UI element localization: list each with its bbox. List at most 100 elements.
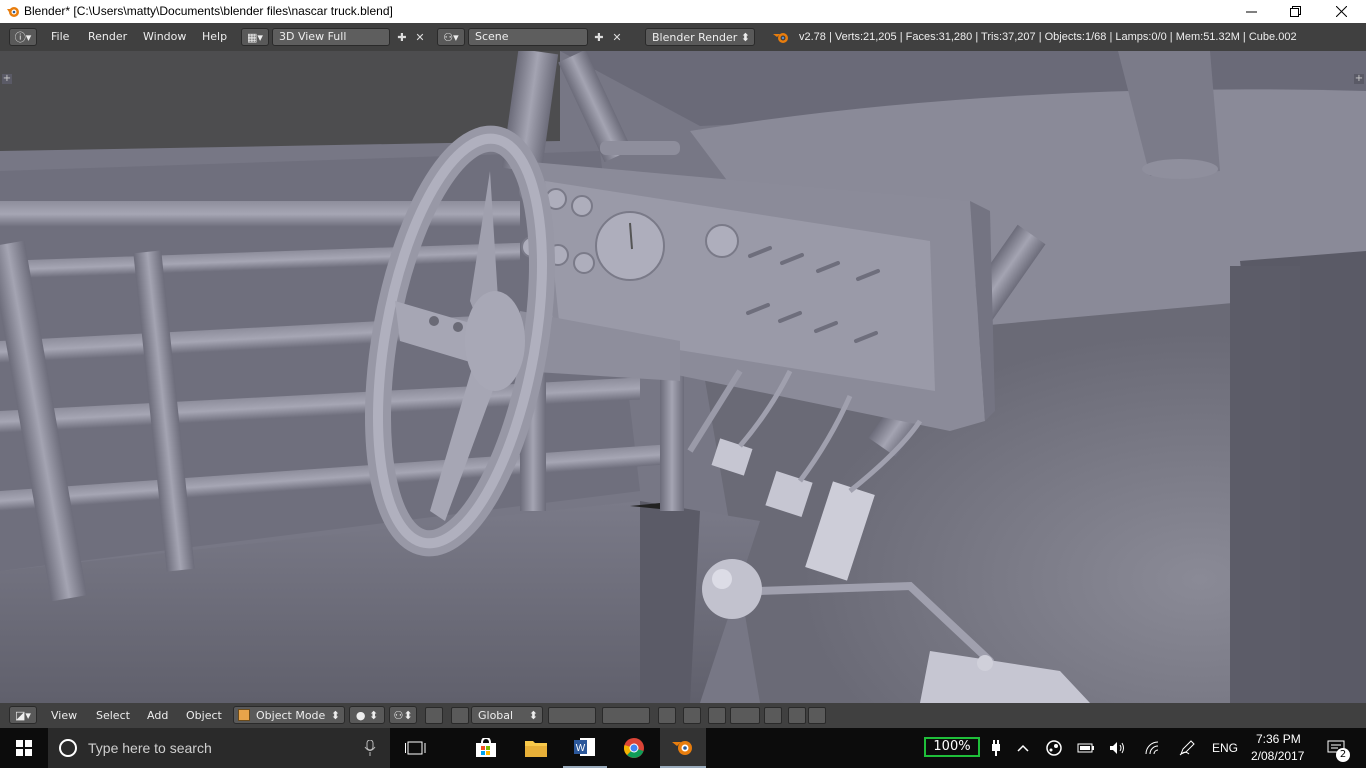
battery-percentage[interactable]: 100%	[924, 737, 980, 757]
taskbar-blender[interactable]	[660, 728, 706, 768]
menu-window[interactable]: Window	[143, 30, 186, 43]
dropdown-arrows-icon: ⬍	[330, 708, 340, 722]
layout-grid-icon: ▦▾	[247, 30, 263, 44]
menu-file[interactable]: File	[51, 30, 69, 43]
cube-view-icon: ◪▾	[15, 708, 31, 722]
taskbar-word[interactable]: W	[563, 728, 607, 768]
clock-date[interactable]: 2/08/2017	[1251, 749, 1304, 763]
store-bag-icon	[476, 738, 496, 757]
folder-icon	[525, 741, 547, 757]
close-button[interactable]	[1318, 0, 1364, 23]
screen-layout-field[interactable]: 3D View Full	[272, 28, 390, 46]
task-view-button[interactable]	[396, 728, 436, 768]
minimize-button[interactable]	[1228, 0, 1274, 23]
menu-help[interactable]: Help	[202, 30, 227, 43]
input-language[interactable]: ENG	[1212, 741, 1238, 755]
task-view-icon	[405, 741, 426, 755]
proportional-editing-button[interactable]	[683, 707, 701, 724]
editor-type-button[interactable]: ⓘ▾	[9, 28, 37, 46]
close-icon	[1335, 6, 1347, 17]
snap-element-dropdown[interactable]	[730, 707, 760, 724]
volume-icon[interactable]	[1108, 728, 1128, 768]
scene-field[interactable]: Scene	[468, 28, 588, 46]
mode-label: Object Mode	[256, 708, 326, 722]
word-icon: W	[574, 738, 595, 756]
steam-icon[interactable]	[1044, 728, 1064, 768]
scene-statistics: v2.78 | Verts:21,205 | Faces:31,280 | Tr…	[799, 31, 1297, 43]
transform-orientation-dropdown[interactable]: Global ⬍	[471, 706, 543, 724]
remove-screen-button[interactable]: ✕	[412, 28, 428, 46]
add-scene-button[interactable]: ✚	[591, 28, 607, 46]
menu-add[interactable]: Add	[147, 709, 168, 722]
taskbar-chrome[interactable]	[612, 728, 656, 768]
x-icon: ✕	[415, 30, 425, 44]
menu-select[interactable]: Select	[96, 709, 130, 722]
x-icon: ✕	[612, 30, 622, 44]
start-button[interactable]	[0, 728, 48, 768]
render-engine-dropdown[interactable]: Blender Render ⬍	[645, 28, 755, 46]
remove-scene-button[interactable]: ✕	[609, 28, 625, 46]
blender-logo-icon	[672, 741, 692, 755]
scene-selector[interactable]: ⚇▾	[437, 28, 465, 46]
chrome-icon	[624, 738, 644, 758]
info-icon: ⓘ▾	[14, 31, 32, 44]
scene-layers-group-2[interactable]	[602, 707, 650, 724]
manipulator-toggle[interactable]	[425, 707, 443, 724]
viewport-editor-type-button[interactable]: ◪▾	[9, 706, 37, 724]
power-plug-icon[interactable]	[986, 728, 1006, 768]
scene-icon: ⚇▾	[443, 30, 459, 44]
menu-object[interactable]: Object	[186, 709, 222, 722]
viewport-corner-plus-right[interactable]: +	[1354, 74, 1364, 84]
svg-text:W: W	[576, 743, 586, 754]
minimize-icon	[1245, 11, 1257, 13]
blender-logo-icon	[773, 33, 788, 43]
3d-viewport[interactable]: + +	[0, 51, 1366, 703]
wifi-icon[interactable]	[1142, 728, 1162, 768]
mode-dropdown[interactable]: Object Mode ⬍	[233, 706, 345, 724]
snap-target-button[interactable]	[764, 707, 782, 724]
viewport-corner-plus-left[interactable]: +	[2, 74, 12, 84]
action-center-button[interactable]: 2	[1318, 728, 1354, 768]
windows-logo-icon	[16, 740, 32, 756]
blender-logo-icon	[7, 7, 19, 17]
restore-button[interactable]	[1272, 0, 1318, 23]
pen-workspace-icon[interactable]	[1177, 728, 1197, 768]
add-screen-button[interactable]: ✚	[394, 28, 410, 46]
microphone-icon[interactable]	[364, 740, 376, 756]
battery-icon[interactable]	[1076, 728, 1096, 768]
render-still-button[interactable]	[788, 707, 806, 724]
clock-time[interactable]: 7:36 PM	[1256, 732, 1301, 746]
transform-orientation-label: Global	[478, 708, 514, 722]
3d-view-header: ◪▾ View Select Add Object Object Mode ⬍ …	[0, 703, 1366, 728]
render-animation-button[interactable]	[808, 707, 826, 724]
taskbar-search-box[interactable]: Type here to search	[48, 728, 390, 768]
show-hidden-icons-chevron-icon[interactable]	[1013, 728, 1033, 768]
snap-toggle-button[interactable]	[708, 707, 726, 724]
dropdown-arrows-icon: ⬍	[528, 708, 538, 722]
menu-view[interactable]: View	[51, 709, 77, 722]
lock-layers-button[interactable]	[658, 707, 676, 724]
cortana-circle-icon	[59, 739, 77, 757]
dropdown-arrows-icon: ⬍	[740, 30, 750, 44]
menu-render[interactable]: Render	[88, 30, 127, 43]
screen-layout-selector[interactable]: ▦▾	[241, 28, 269, 46]
windows-taskbar: Type here to search W 100% ENG 7:36 PM 2…	[0, 728, 1366, 768]
taskbar-file-explorer[interactable]	[514, 728, 558, 768]
search-placeholder: Type here to search	[88, 740, 212, 756]
taskbar-store[interactable]	[464, 728, 508, 768]
notification-count-badge: 2	[1336, 748, 1350, 762]
plus-icon: ✚	[594, 30, 604, 44]
plus-icon: ✚	[397, 30, 407, 44]
scene-layers-group-1[interactable]	[548, 707, 596, 724]
transform-manipulator-button[interactable]	[451, 707, 469, 724]
truck-interior-render	[0, 51, 1366, 703]
info-header: ⓘ▾ File Render Window Help ▦▾ 3D View Fu…	[0, 23, 1366, 51]
render-engine-label: Blender Render	[652, 30, 738, 44]
window-title: Blender* [C:\Users\matty\Documents\blend…	[24, 4, 393, 18]
object-mode-icon	[238, 709, 250, 721]
pivot-point-dropdown[interactable]: ⚇⬍	[389, 706, 417, 724]
solid-shading-icon: ● ⬍	[355, 708, 379, 722]
window-title-bar: Blender* [C:\Users\matty\Documents\blend…	[0, 0, 1366, 23]
restore-icon	[1289, 6, 1301, 17]
viewport-shading-dropdown[interactable]: ● ⬍	[349, 706, 385, 724]
